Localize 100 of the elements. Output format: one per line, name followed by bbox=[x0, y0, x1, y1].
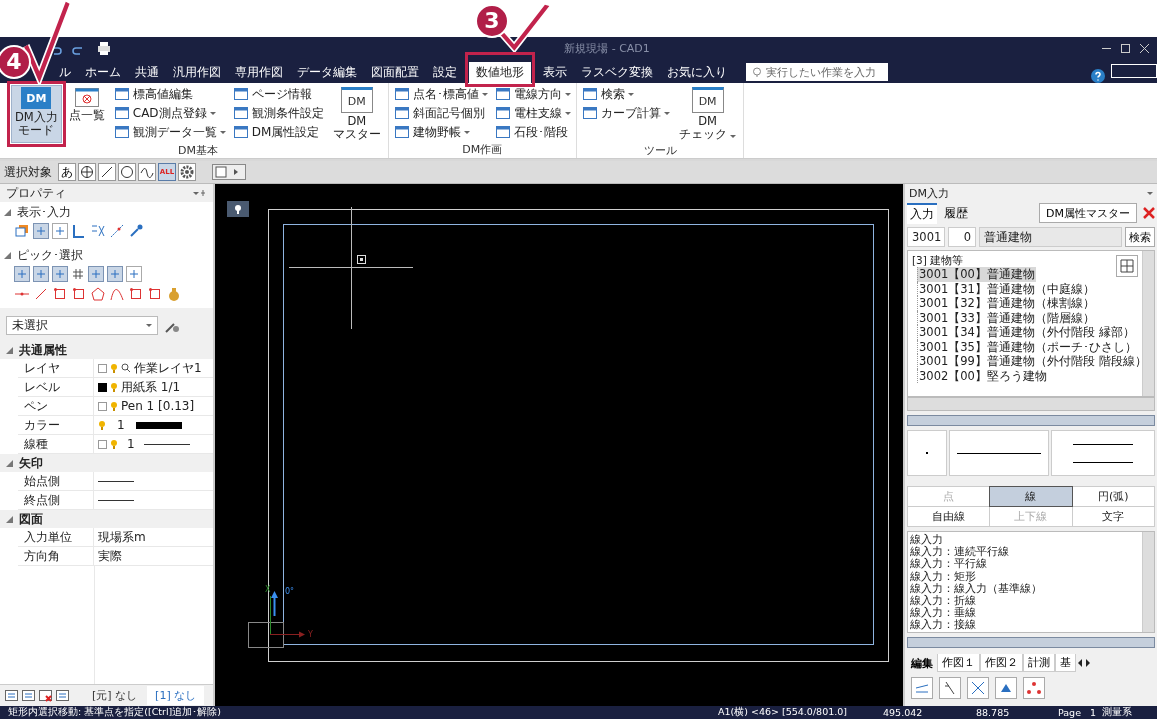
menu-tab[interactable]: 表示 bbox=[536, 62, 574, 83]
search-field[interactable]: 実行したい作業を入力 bbox=[746, 63, 888, 81]
command-item[interactable]: 線入力：垂線 bbox=[910, 606, 1140, 619]
maximize-icon[interactable] bbox=[1121, 44, 1130, 53]
layers-icon[interactable] bbox=[14, 223, 30, 239]
tree-node[interactable]: [3] 建物等 bbox=[912, 253, 1142, 267]
layer-tab[interactable]: [1] なし bbox=[147, 686, 205, 705]
subcode-field[interactable]: 0 bbox=[948, 227, 976, 247]
panel-tab[interactable]: 入力 bbox=[907, 202, 937, 224]
scrollbar[interactable] bbox=[1142, 251, 1154, 396]
checkbox[interactable] bbox=[98, 401, 107, 411]
mode-button[interactable]: 線 bbox=[990, 487, 1072, 506]
ribbon-item[interactable]: CAD測点登録 bbox=[111, 104, 228, 122]
curve-select-icon[interactable] bbox=[109, 286, 125, 302]
polyline-select-icon[interactable] bbox=[71, 286, 87, 302]
tool-tab[interactable]: 作図１ bbox=[937, 654, 980, 672]
search-button[interactable]: 検索 bbox=[1125, 227, 1155, 247]
toggle-icon[interactable] bbox=[212, 164, 246, 180]
ribbon-item[interactable]: 観測条件設定 bbox=[230, 104, 326, 122]
fill-icon[interactable] bbox=[995, 677, 1017, 699]
menu-tab[interactable]: 図面配置 bbox=[364, 62, 426, 83]
menu-tab[interactable]: 汎用作図 bbox=[166, 62, 228, 83]
menu-tab[interactable]: ホーム bbox=[78, 62, 128, 83]
command-item[interactable]: 線入力：線入力（基準線） bbox=[910, 581, 1140, 594]
view-pin-icon[interactable] bbox=[227, 201, 249, 217]
menu-tab[interactable]: ラスベク変換 bbox=[574, 62, 660, 83]
ribbon-button[interactable]: DM DM入力 モード bbox=[11, 85, 62, 143]
scroll-arrows-icon[interactable] bbox=[1076, 656, 1092, 670]
line-tool-icon[interactable] bbox=[109, 223, 125, 239]
expander-icon[interactable] bbox=[6, 459, 13, 467]
tree-item[interactable]: 3001【34】普通建物（外付階段 縁部） bbox=[917, 325, 1136, 340]
command-item[interactable]: 線入力：折線 bbox=[910, 594, 1140, 607]
menu-tab[interactable]: ル bbox=[52, 62, 78, 83]
attribute-master-button[interactable]: DM属性マスター bbox=[1039, 203, 1137, 223]
ribbon-item[interactable]: 電柱支線 bbox=[492, 104, 573, 122]
tree-item[interactable]: 3001【00】普通建物 bbox=[917, 267, 1036, 282]
preview-pane[interactable] bbox=[1051, 430, 1155, 476]
snap-node-icon[interactable] bbox=[88, 266, 104, 282]
expander-icon[interactable] bbox=[6, 515, 13, 523]
snap-ref-icon[interactable] bbox=[126, 266, 142, 282]
command-item[interactable]: 線入力：平行線 bbox=[910, 557, 1140, 570]
grid-toggle-icon[interactable] bbox=[33, 223, 49, 239]
ribbon-button[interactable]: 点一覧 bbox=[64, 85, 109, 143]
trim-icon[interactable] bbox=[939, 677, 961, 699]
command-item[interactable]: 線入力：接線 bbox=[910, 618, 1140, 631]
tree-item[interactable]: 3002【00】堅ろう建物 bbox=[917, 368, 1048, 383]
settings-icon[interactable] bbox=[178, 163, 196, 181]
mode-button[interactable]: 文字 bbox=[1072, 507, 1154, 526]
polygon-select-icon[interactable] bbox=[90, 286, 106, 302]
tree-item[interactable]: 3001【35】普通建物（ポーチ･ひさし） bbox=[917, 339, 1138, 354]
menu-tab[interactable]: 設定 bbox=[426, 62, 464, 83]
tree-item[interactable]: 3001【33】普通建物（階層線） bbox=[917, 310, 1096, 325]
code-field[interactable]: 3001 bbox=[907, 227, 945, 247]
panel-tab[interactable]: 履歴 bbox=[941, 203, 971, 223]
ribbon-item[interactable]: 石段･階段 bbox=[492, 123, 573, 141]
bag-icon[interactable] bbox=[166, 286, 182, 302]
menu-tab[interactable]: 数値地形 bbox=[469, 62, 531, 83]
ribbon-item[interactable]: 標高値編集 bbox=[111, 85, 228, 103]
curve-icon[interactable] bbox=[138, 163, 156, 181]
rect-select-icon[interactable] bbox=[52, 286, 68, 302]
drawing-canvas[interactable]: X 0° Y bbox=[215, 184, 903, 706]
checkbox[interactable] bbox=[98, 363, 107, 373]
tree-item[interactable]: 3001【32】普通建物（棟割線） bbox=[917, 296, 1096, 311]
tool-tab[interactable]: 計測 bbox=[1023, 654, 1055, 672]
menu-tab[interactable]: 専用作図 bbox=[228, 62, 290, 83]
segment-select-icon[interactable] bbox=[33, 286, 49, 302]
ribbon-item[interactable]: 観測データ一覧 bbox=[111, 123, 228, 141]
ribbon-item[interactable]: 検索 bbox=[579, 85, 672, 103]
ribbon-item[interactable]: 斜面記号個別 bbox=[391, 104, 490, 122]
print-icon[interactable] bbox=[96, 41, 112, 56]
node-network-icon[interactable] bbox=[1023, 677, 1045, 699]
area-select-icon[interactable] bbox=[147, 286, 163, 302]
ribbon-item[interactable]: 点名･標高値 bbox=[391, 85, 490, 103]
eyedropper-icon[interactable] bbox=[128, 223, 144, 239]
snap-toggle-icon[interactable] bbox=[52, 223, 68, 239]
ruler-icon[interactable] bbox=[71, 223, 87, 239]
new-layer-icon[interactable] bbox=[4, 688, 19, 703]
selection-dropdown[interactable]: 未選択 bbox=[6, 316, 158, 335]
ribbon-item[interactable]: 電線方向 bbox=[492, 85, 573, 103]
mode-button[interactable]: 自由線 bbox=[908, 507, 990, 526]
delete-layer-icon[interactable] bbox=[38, 688, 53, 703]
tree-item[interactable]: 3001【31】普通建物（中庭線） bbox=[917, 281, 1096, 296]
cross-icon[interactable] bbox=[967, 677, 989, 699]
checkbox[interactable] bbox=[98, 439, 107, 449]
tool-tab[interactable]: 基 bbox=[1055, 654, 1076, 672]
ribbon-button[interactable]: DM DM マスター bbox=[328, 85, 385, 143]
expander-icon[interactable] bbox=[4, 209, 11, 216]
help-icon[interactable] bbox=[1091, 69, 1105, 83]
ribbon-item[interactable]: 建物野帳 bbox=[391, 123, 490, 141]
command-item[interactable]: 線入力：矩形 bbox=[910, 569, 1140, 582]
delta-xy-icon[interactable] bbox=[90, 223, 106, 239]
layer-list-icon[interactable] bbox=[55, 688, 70, 703]
menu-tab[interactable]: データ編集 bbox=[290, 62, 364, 83]
expander-icon[interactable] bbox=[4, 252, 11, 259]
text-select-button[interactable]: あ bbox=[58, 163, 76, 181]
ribbon-item[interactable]: カーブ計算 bbox=[579, 104, 672, 122]
tool-tab[interactable]: 作図２ bbox=[980, 654, 1023, 672]
scrollbar[interactable] bbox=[907, 397, 1155, 411]
menu-tab[interactable]: お気に入り bbox=[660, 62, 734, 83]
layer-props-icon[interactable] bbox=[21, 688, 36, 703]
